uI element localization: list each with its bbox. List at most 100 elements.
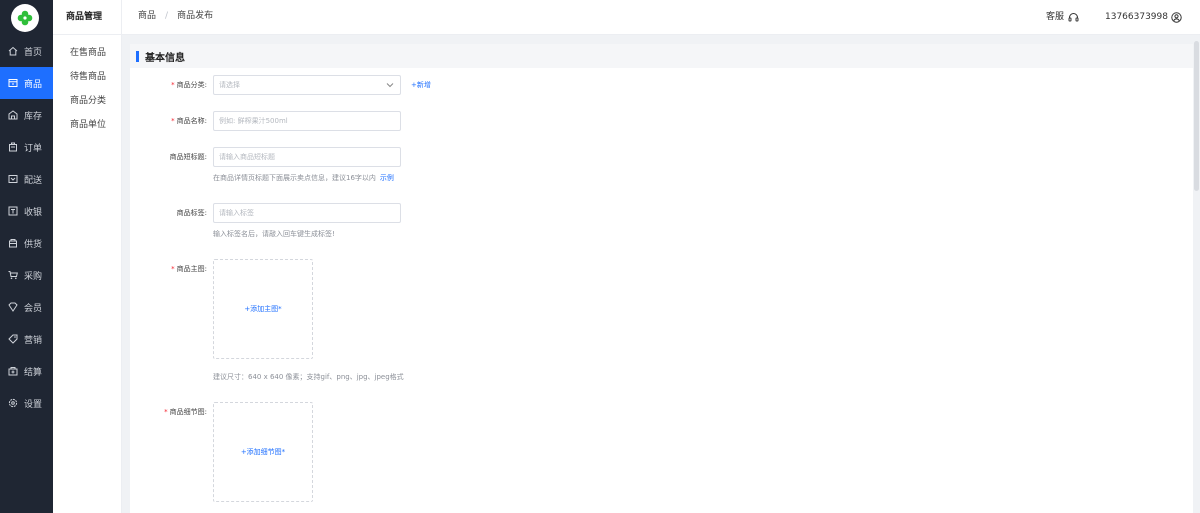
scrollbar-thumb[interactable] [1194,41,1199,191]
settlement-icon [8,366,18,376]
submenu-item-unit[interactable]: 商品单位 [53,113,121,137]
nav-item-label: 商品 [24,79,43,90]
main-sidebar: 首页 商品 库存 订单 配送 收银 供货 采购 会员 营销 结算 设置 [0,0,53,513]
nav-item-settings[interactable]: 设置 [0,387,53,419]
nav-item-label: 配送 [24,175,43,186]
order-icon [8,142,18,152]
add-main-image-text: +添加主图* [244,305,282,313]
short-title-hint-text: 在商品详情页标题下面展示卖点信息，建议16字以内 [213,174,376,182]
main-image-hint: 建议尺寸：640 x 640 像素；支持gif、png、jpg、jpeg格式 [213,373,404,381]
section-title: 基本信息 [145,52,185,64]
category-label-text: 商品分类: [176,81,207,89]
category-row: * 商品分类: 请选择 +新增 [130,75,530,95]
nav-item-label: 订单 [24,143,43,154]
short-title-row: 商品短标题: 请输入商品短标题 在商品详情页标题下面展示卖点信息，建议16字以内… [130,147,530,187]
submenu-item-on-sale[interactable]: 在售商品 [53,41,121,65]
main-image-label: * 商品主图: [130,259,207,279]
user-phone: 13766373998 [1105,12,1168,22]
add-detail-image-text: +添加细节图* [240,448,286,456]
clover-logo-icon [17,10,33,26]
cashier-icon [8,206,18,216]
nav-item-label: 营销 [24,335,43,346]
nav-item-goods[interactable]: 商品 [0,67,53,99]
name-placeholder: 例如: 鲜榨果汁500ml [219,117,288,125]
cart-icon [8,270,18,280]
nav-item-label: 首页 [24,47,43,58]
nav-item-label: 设置 [24,399,43,410]
add-detail-image-upload[interactable]: +添加细节图* [213,402,313,502]
page-scrollbar[interactable] [1193,35,1200,513]
user-account-button[interactable]: 13766373998 [1105,0,1182,35]
app-logo[interactable] [11,4,39,32]
submenu-title: 商品管理 [53,0,121,35]
nav-item-supply[interactable]: 供货 [0,227,53,259]
tags-hint: 输入标签名后，请敲入回车键生成标签! [213,230,335,238]
nav-item-home[interactable]: 首页 [0,35,53,67]
add-category-link[interactable]: +新增 [411,75,431,95]
tags-placeholder: 请输入标签 [219,209,254,217]
nav-item-marketing[interactable]: 营销 [0,323,53,355]
nav-item-purchase[interactable]: 采购 [0,259,53,291]
breadcrumb-goods[interactable]: 商品 [138,11,156,21]
warehouse-icon [8,110,18,120]
goods-submenu: 商品管理 在售商品 待售商品 商品分类 商品单位 [53,0,122,513]
nav-item-label: 库存 [24,111,43,122]
main-image-label-text: 商品主图: [176,265,207,273]
submenu-item-pending[interactable]: 待售商品 [53,65,121,89]
example-link[interactable]: 示例 [380,174,394,182]
detail-image-row: * 商品细节图: +添加细节图* [130,402,530,502]
nav-item-cashier[interactable]: 收银 [0,195,53,227]
top-header: 商品 / 商品发布 客服 13766373998 [122,0,1200,35]
delivery-icon [8,174,18,184]
headset-icon [1068,13,1079,22]
required-mark: * [171,265,175,273]
member-icon [8,302,18,312]
home-icon [8,46,18,56]
nav-item-orders[interactable]: 订单 [0,131,53,163]
short-title-input[interactable]: 请输入商品短标题 [213,147,401,167]
submenu-item-category[interactable]: 商品分类 [53,89,121,113]
short-title-label: 商品短标题: [169,153,207,161]
nav-item-label: 采购 [24,271,43,282]
required-mark: * [171,81,175,89]
breadcrumb-separator: / [165,11,169,21]
tags-label: 商品标签: [176,209,207,217]
tag-icon [8,334,18,344]
category-placeholder: 请选择 [219,81,240,89]
section-header: 基本信息 [130,44,1193,68]
tags-input[interactable]: 请输入标签 [213,203,401,223]
detail-image-label: * 商品细节图: [130,402,207,422]
breadcrumb-publish: 商品发布 [177,11,214,21]
nav-item-label: 收银 [24,207,43,218]
required-mark: * [164,408,168,416]
goods-name-input[interactable]: 例如: 鲜榨果汁500ml [213,111,401,131]
section-accent-bar [136,50,139,62]
service-label: 客服 [1046,12,1065,22]
name-row: * 商品名称: 例如: 鲜榨果汁500ml [130,111,530,131]
add-main-image-upload[interactable]: +添加主图* [213,259,313,359]
customer-service-button[interactable]: 客服 [1046,0,1079,35]
breadcrumb: 商品 / 商品发布 [138,0,213,35]
nav-item-settlement[interactable]: 结算 [0,355,53,387]
goods-icon [8,78,18,88]
category-select[interactable]: 请选择 [213,75,401,95]
tags-row: 商品标签: 请输入标签 输入标签名后，请敲入回车键生成标签! [130,203,530,243]
name-label-text: 商品名称: [176,117,207,125]
nav-item-label: 会员 [24,303,43,314]
nav-item-inventory[interactable]: 库存 [0,99,53,131]
goods-publish-form: 基本信息 * 商品分类: 请选择 +新增 * 商品名称: 例如: 鲜榨果汁500ml… [130,44,1193,513]
short-title-placeholder: 请输入商品短标题 [219,153,275,161]
nav-item-delivery[interactable]: 配送 [0,163,53,195]
nav-item-label: 结算 [24,367,43,378]
required-mark: * [171,117,175,125]
chevron-down-icon [386,83,394,88]
gear-icon [8,398,18,408]
nav-item-label: 供货 [24,239,43,250]
user-avatar-icon [1171,12,1182,23]
category-label: * 商品分类: [130,75,207,95]
nav-item-member[interactable]: 会员 [0,291,53,323]
supply-icon [8,238,18,248]
short-title-hint: 在商品详情页标题下面展示卖点信息，建议16字以内 示例 [213,173,394,183]
main-nav: 首页 商品 库存 订单 配送 收银 供货 采购 会员 营销 结算 设置 [0,35,53,419]
main-image-row: * 商品主图: +添加主图* 建议尺寸：640 x 640 像素；支持gif、pn… [130,259,530,384]
